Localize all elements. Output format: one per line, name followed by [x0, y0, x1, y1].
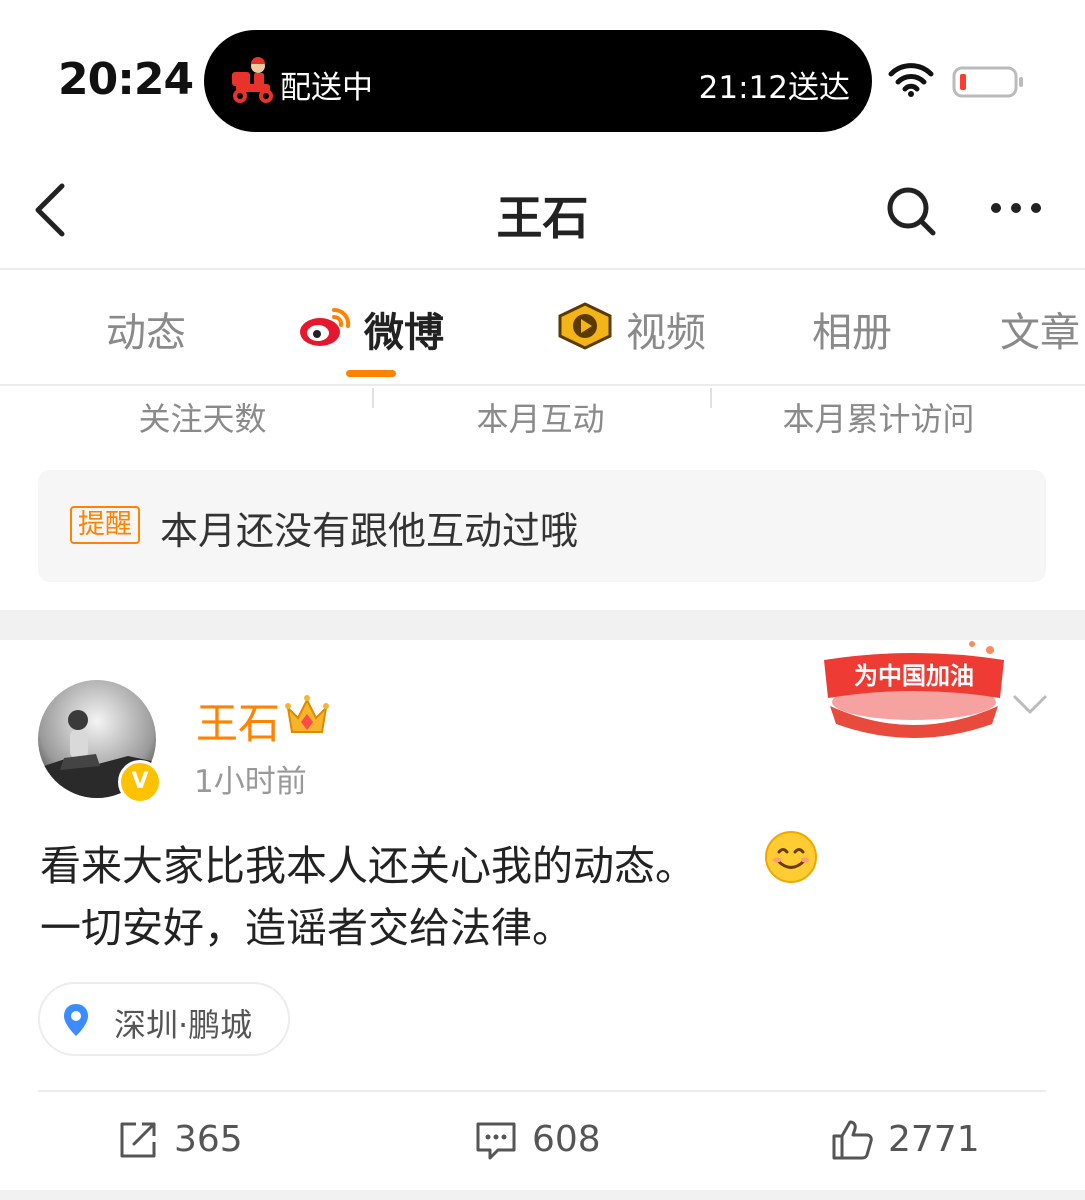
post-time: 1小时前: [194, 764, 307, 800]
interaction-reminder: 提醒 本月还没有跟他互动过哦: [38, 470, 1046, 582]
post-text-line: 看来大家比我本人还关心我的动态。: [40, 842, 696, 890]
tab-weibo[interactable]: 微博: [364, 300, 444, 358]
feed-separator: [0, 1190, 1085, 1200]
crown-icon: [285, 695, 329, 733]
tab-dynamics[interactable]: 动态: [106, 300, 186, 358]
location-text: 深圳·鹏城: [114, 1006, 253, 1044]
tab-video[interactable]: 视频: [626, 300, 706, 358]
stat-monthly-visits: 本月累计访问: [782, 400, 975, 438]
post-author-name[interactable]: 王石: [196, 690, 280, 751]
tabs-divider: [0, 384, 1085, 386]
wifi-icon: [888, 63, 934, 97]
comment-icon: [476, 1122, 516, 1160]
chevron-down-icon[interactable]: [1012, 692, 1048, 718]
search-icon[interactable]: [884, 184, 938, 238]
delivery-eta: 21:12送达: [698, 70, 850, 106]
cheer-sticker: 为中国加油: [824, 641, 1004, 738]
reminder-text: 本月还没有跟他互动过哦: [160, 509, 579, 553]
status-time: 20:24: [58, 54, 194, 105]
video-play-icon: [558, 302, 612, 350]
more-options-icon[interactable]: [988, 198, 1044, 218]
thumbs-up-icon: [832, 1120, 873, 1160]
tab-articles[interactable]: 文章: [1000, 300, 1080, 358]
active-tab-indicator: [346, 370, 396, 377]
stat-follow-days: 关注天数: [138, 400, 267, 438]
weibo-logo-icon: [300, 307, 351, 346]
stat-monthly-interaction: 本月互动: [476, 400, 605, 438]
sticker-text: 为中国加油: [854, 662, 974, 690]
repost-count: 365: [174, 1119, 243, 1160]
delivery-status-label: 配送中: [280, 70, 373, 106]
nav-divider: [0, 268, 1085, 270]
actions-divider: [38, 1090, 1046, 1092]
tab-album[interactable]: 相册: [812, 300, 892, 358]
comment-count: 608: [532, 1119, 601, 1160]
battery-icon: [952, 66, 1023, 98]
verified-badge: V: [118, 760, 162, 804]
smiley-emoji-icon: [765, 831, 817, 883]
post-text-line: 一切安好，造谣者交给法律。: [40, 904, 573, 952]
repost-icon: [120, 1122, 156, 1158]
section-gap: [0, 610, 1085, 640]
live-activity-delivery[interactable]: 配送中 21:12送达: [204, 30, 872, 132]
location-pin-icon: [64, 1004, 88, 1036]
like-count: 2771: [888, 1119, 980, 1160]
reminder-tag: 提醒: [70, 506, 140, 544]
delivery-scooter-icon: [232, 57, 273, 103]
location-tag[interactable]: 深圳·鹏城: [38, 982, 290, 1056]
